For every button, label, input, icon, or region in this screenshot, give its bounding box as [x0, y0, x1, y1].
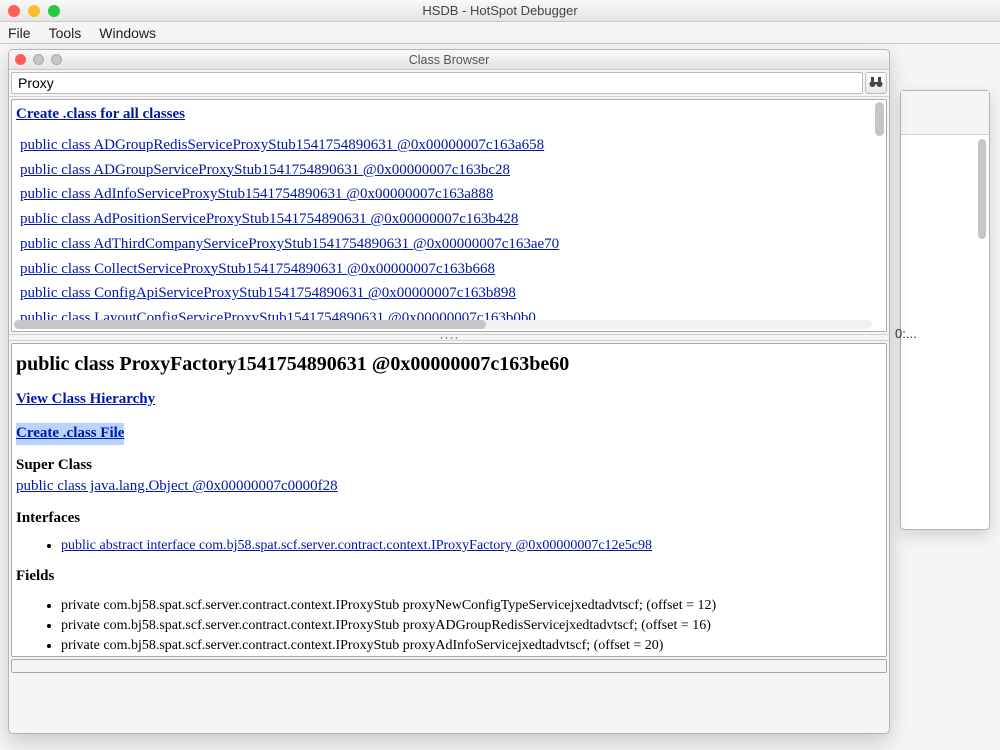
view-hierarchy-link[interactable]: View Class Hierarchy	[16, 389, 155, 411]
background-panel	[900, 90, 990, 530]
field-item: private com.bj58.spat.scf.server.contrac…	[61, 596, 882, 616]
interface-link[interactable]: public abstract interface com.bj58.spat.…	[61, 538, 652, 553]
field-item: private com.bj58.spat.scf.server.contrac…	[61, 616, 882, 636]
class-browser-title: Class Browser	[9, 53, 889, 67]
class-detail-pane: public class ProxyFactory1541754890631 @…	[11, 343, 887, 657]
scrollbar-thumb[interactable]	[14, 320, 486, 329]
menu-file[interactable]: File	[8, 25, 31, 41]
class-list-body: Create .class for all classes public cla…	[12, 100, 886, 322]
menu-windows[interactable]: Windows	[99, 25, 156, 41]
interfaces-label: Interfaces	[16, 508, 882, 530]
class-list-h-scrollbar[interactable]	[14, 320, 872, 329]
class-list-v-scrollbar[interactable]	[875, 102, 884, 136]
main-window-title: HSDB - HotSpot Debugger	[0, 3, 1000, 18]
class-browser-titlebar: Class Browser	[9, 50, 889, 70]
main-traffic-lights	[0, 5, 60, 17]
truncated-text: 0:...	[895, 326, 917, 341]
class-list-pane: Create .class for all classes public cla…	[11, 99, 887, 332]
main-titlebar: HSDB - HotSpot Debugger	[0, 0, 1000, 22]
menu-tools[interactable]: Tools	[49, 25, 82, 41]
minimize-icon[interactable]	[28, 5, 40, 17]
class-link[interactable]: public class ConfigApiServiceProxyStub15…	[20, 283, 882, 305]
search-button[interactable]	[865, 72, 887, 94]
main-window: HSDB - HotSpot Debugger File Tools Windo…	[0, 0, 1000, 750]
bg-panel-header	[901, 91, 989, 135]
class-link[interactable]: public class AdThirdCompanyServiceProxyS…	[20, 234, 882, 256]
interfaces-list: public abstract interface com.bj58.spat.…	[61, 536, 882, 556]
class-heading: public class ProxyFactory1541754890631 @…	[16, 350, 882, 379]
fields-list: private com.bj58.spat.scf.server.contrac…	[61, 596, 882, 657]
bg-panel-scrollbar[interactable]	[978, 139, 986, 239]
binoculars-icon	[869, 76, 883, 91]
close-icon[interactable]	[8, 5, 20, 17]
class-browser-window: Class Browser Create .class for all clas…	[8, 49, 890, 734]
class-link[interactable]: public class CollectServiceProxyStub1541…	[20, 259, 882, 281]
search-row	[9, 70, 889, 97]
class-link[interactable]: public class ADGroupServiceProxyStub1541…	[20, 160, 882, 182]
super-class-label: Super Class	[16, 455, 882, 477]
zoom-icon[interactable]	[48, 5, 60, 17]
split-handle[interactable]	[9, 334, 889, 341]
fields-label: Fields	[16, 566, 882, 588]
detail-bottom-scrollbar[interactable]	[11, 659, 887, 673]
class-link[interactable]: public class ADGroupRedisServiceProxyStu…	[20, 135, 882, 157]
class-link[interactable]: public class AdInfoServiceProxyStub15417…	[20, 184, 882, 206]
menubar: File Tools Windows	[0, 22, 1000, 44]
search-input[interactable]	[11, 72, 863, 94]
create-class-file-link[interactable]: Create .class File	[16, 423, 124, 445]
super-class-link[interactable]: public class java.lang.Object @0x0000000…	[16, 478, 338, 494]
class-link[interactable]: public class AdPositionServiceProxyStub1…	[20, 209, 882, 231]
field-item: private com.bj58.spat.scf.server.contrac…	[61, 636, 882, 656]
create-all-link[interactable]: Create .class for all classes	[16, 106, 185, 122]
